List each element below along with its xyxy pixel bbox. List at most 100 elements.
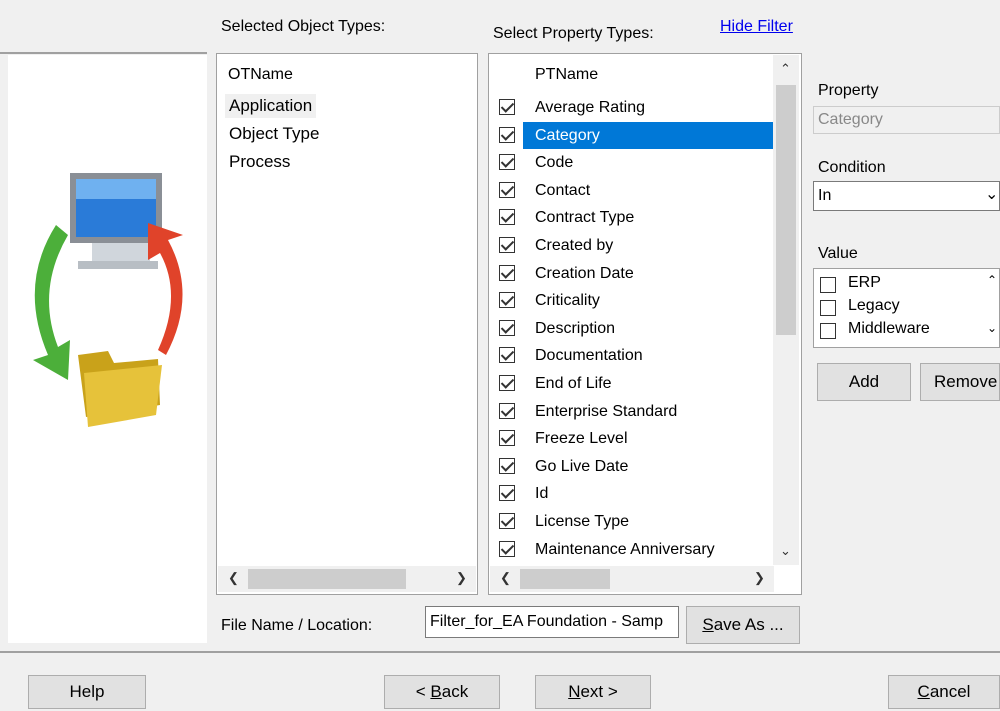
property-label: Id (535, 485, 549, 503)
scroll-thumb[interactable] (520, 569, 610, 589)
property-label: Freeze Level (535, 430, 628, 448)
value-checkbox[interactable] (820, 323, 836, 339)
scroll-right-icon[interactable]: ❯ (754, 570, 765, 586)
property-row[interactable]: Description (489, 315, 773, 342)
property-label: Description (535, 319, 616, 337)
property-types-list[interactable]: PTName Average Rating Category Code Contact… (488, 53, 802, 595)
property-label: Documentation (535, 347, 643, 365)
property-checkbox[interactable] (499, 126, 515, 143)
object-types-list[interactable]: OTName Application Object Type Process ❮… (216, 53, 478, 595)
value-checkbox[interactable] (820, 300, 836, 316)
property-label: Contract Type (535, 209, 635, 227)
property-checkbox[interactable] (499, 513, 515, 529)
chevron-down-icon[interactable]: ⌄ (985, 184, 998, 204)
value-item-label: Legacy (848, 297, 900, 314)
property-checkbox[interactable] (499, 237, 515, 253)
scroll-right-icon[interactable]: ❯ (456, 570, 467, 586)
property-label: Code (535, 154, 574, 172)
add-button[interactable]: Add (817, 363, 911, 401)
property-row[interactable]: Code (489, 149, 773, 176)
property-checkbox[interactable] (499, 264, 515, 281)
list-item-application[interactable]: Application (225, 94, 317, 118)
scroll-left-icon[interactable]: ❮ (500, 570, 511, 586)
sync-illustration-icon (33, 173, 183, 427)
property-row[interactable]: Id (489, 480, 773, 507)
property-types-vscrollbar[interactable]: ⌃ ⌄ (773, 55, 799, 565)
property-types-hscrollbar[interactable]: ❮ ❯ (490, 566, 774, 592)
object-types-hscrollbar[interactable]: ❮ ❯ (218, 566, 476, 592)
property-row[interactable]: End of Life (489, 370, 773, 397)
property-row[interactable]: Criticality (489, 287, 773, 314)
property-row[interactable]: Documentation (489, 342, 773, 369)
save-as-button[interactable]: Save As ... (686, 606, 800, 644)
property-checkbox[interactable] (499, 540, 515, 557)
property-field: Category (813, 106, 1000, 134)
scroll-up-icon[interactable]: ⌃ (780, 61, 791, 77)
property-checkbox[interactable] (499, 402, 515, 419)
property-row[interactable]: Creation Date (489, 260, 773, 287)
property-label: Average Rating (535, 99, 645, 116)
list-item-label: Process (229, 152, 291, 171)
property-row[interactable]: Contact (489, 177, 773, 204)
scroll-thumb[interactable] (248, 569, 406, 589)
property-row[interactable]: Average Rating (489, 94, 773, 121)
property-row[interactable]: Created by (489, 232, 773, 259)
property-row[interactable]: License Type (489, 508, 773, 535)
property-checkbox[interactable] (499, 430, 515, 447)
property-checkbox[interactable] (499, 292, 515, 309)
back-mnemonic: B (430, 682, 442, 701)
list-item-label: Application (229, 96, 313, 115)
hide-filter-link[interactable]: Hide Filter (720, 18, 793, 36)
list-item-process[interactable]: Process (229, 152, 290, 172)
remove-button[interactable]: Remove (920, 363, 1000, 401)
property-checkbox[interactable] (499, 209, 515, 226)
cancel-label: ancel (929, 682, 971, 701)
property-label: Creation Date (535, 264, 634, 282)
chevron-down-icon[interactable]: ⌄ (987, 321, 997, 335)
value-item-erp[interactable]: ERP (820, 274, 990, 296)
top-divider (0, 52, 207, 54)
condition-label: Condition (818, 159, 886, 176)
select-property-types-header: Select Property Types: (493, 25, 654, 42)
property-checkbox[interactable] (499, 457, 515, 474)
property-row[interactable]: Contract Type (489, 204, 773, 231)
property-checkbox[interactable] (499, 154, 515, 171)
chevron-up-icon[interactable]: ⌃ (987, 273, 997, 287)
file-name-value: Filter_for_EA Foundation - Samp (430, 613, 664, 630)
property-checkbox[interactable] (499, 485, 515, 502)
property-label: Category (523, 121, 773, 149)
value-checkbox[interactable] (820, 277, 836, 293)
property-row[interactable]: Maintenance Anniversary (489, 536, 773, 563)
list-item-object-type[interactable]: Object Type (229, 124, 319, 144)
property-checkbox[interactable] (499, 347, 515, 364)
scroll-left-icon[interactable]: ❮ (228, 570, 239, 586)
save-as-mnemonic: S (702, 615, 714, 634)
property-row[interactable]: Enterprise Standard (489, 398, 773, 425)
property-label: Criticality (535, 292, 600, 310)
back-prefix: < (415, 682, 431, 701)
property-checkbox[interactable] (499, 181, 515, 198)
property-checkbox[interactable] (499, 375, 515, 391)
value-item-legacy[interactable]: Legacy (820, 297, 990, 319)
property-row[interactable]: Go Live Date (489, 453, 773, 480)
value-checklist[interactable]: ERP Legacy Middleware ⌃ ⌄ (813, 268, 1000, 348)
scroll-down-icon[interactable]: ⌄ (780, 543, 791, 559)
property-checkbox[interactable] (499, 319, 515, 336)
property-rows: Average Rating Category Code Contact Contrac… (489, 94, 773, 564)
cancel-button[interactable]: Cancel (888, 675, 1000, 709)
property-label: Created by (535, 237, 614, 254)
help-button[interactable]: Help (28, 675, 146, 709)
value-item-middleware[interactable]: Middleware (820, 320, 990, 342)
next-button[interactable]: Next > (535, 675, 651, 709)
save-as-label: ave As ... (713, 615, 784, 634)
scroll-thumb[interactable] (776, 85, 796, 335)
property-row[interactable]: Freeze Level (489, 425, 773, 452)
property-checkbox[interactable] (499, 99, 515, 115)
property-label: Contact (535, 181, 591, 199)
column-header-ptname: PTName (535, 66, 599, 83)
file-name-input[interactable]: Filter_for_EA Foundation - Samp (425, 606, 679, 638)
add-button-label: Add (848, 372, 880, 391)
back-button[interactable]: < Back (384, 675, 500, 709)
condition-select[interactable]: In ⌄ (813, 181, 1000, 211)
property-row[interactable]: Category (489, 121, 773, 149)
